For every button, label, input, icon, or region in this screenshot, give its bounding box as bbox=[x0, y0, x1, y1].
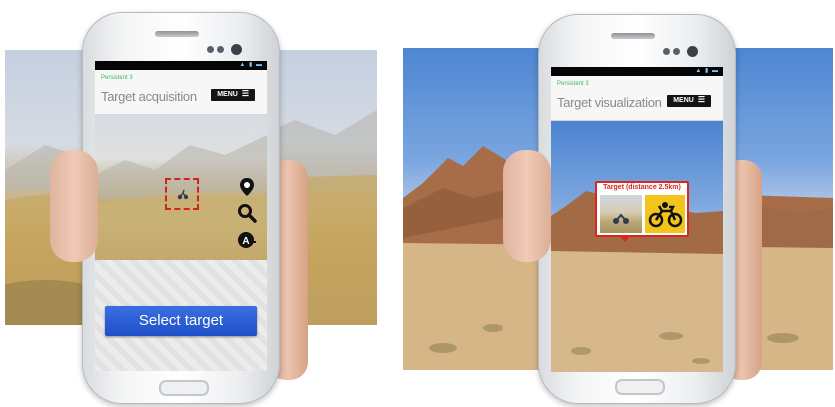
target-selection-box[interactable] bbox=[165, 178, 199, 210]
sensor-dot bbox=[673, 48, 680, 55]
page-title: Target visualization bbox=[557, 95, 662, 110]
earpiece-speaker bbox=[611, 33, 655, 39]
hamburger-icon: ☰ bbox=[697, 95, 705, 105]
earpiece-speaker bbox=[155, 31, 199, 37]
menu-button[interactable]: MENU ☰ bbox=[211, 89, 255, 101]
svg-text:A: A bbox=[242, 236, 249, 247]
callout-pointer bbox=[619, 235, 631, 242]
phone-right: ▲ ▮ ▬ Persistent 3 Target visualization … bbox=[538, 14, 736, 404]
screen-target-visualization: ▲ ▮ ▬ Persistent 3 Target visualization … bbox=[551, 67, 723, 372]
menu-label: MENU bbox=[217, 91, 238, 98]
front-camera bbox=[687, 46, 698, 57]
target-object-icon bbox=[177, 189, 189, 200]
status-bar: ▲ ▮ ▬ bbox=[551, 67, 723, 76]
select-target-button[interactable]: Select target bbox=[105, 306, 257, 336]
status-icons: ▲ ▮ ▬ bbox=[239, 62, 263, 68]
hamburger-icon: ☰ bbox=[241, 89, 249, 99]
app-subtitle: Persistent 3 bbox=[557, 81, 589, 87]
target-distance-label: Target (distance 2.5km) bbox=[603, 184, 681, 191]
vehicle-type-badge bbox=[645, 195, 685, 233]
magnifier-zoom-icon[interactable] bbox=[237, 203, 257, 223]
avatar-action-icon[interactable]: A bbox=[237, 230, 257, 250]
menu-button[interactable]: MENU ☰ bbox=[667, 95, 711, 107]
front-camera bbox=[231, 44, 242, 55]
app-subtitle: Persistent 3 bbox=[101, 75, 133, 81]
motorcycle-icon bbox=[648, 202, 683, 228]
sensor-dot bbox=[663, 48, 670, 55]
home-button[interactable] bbox=[615, 379, 665, 395]
home-button[interactable] bbox=[159, 380, 209, 396]
app-header: Persistent 3 Target acquisition MENU ☰ bbox=[95, 70, 267, 115]
menu-label: MENU bbox=[673, 97, 694, 104]
hand-thumb-left bbox=[50, 150, 98, 262]
phone-left: ▲ ▮ ▬ Persistent 3 Target acquisition ME… bbox=[82, 12, 280, 404]
thumbnail-vehicle-icon bbox=[613, 213, 629, 224]
app-header: Persistent 3 Target visualization MENU ☰ bbox=[551, 76, 723, 121]
augmented-camera-view[interactable]: Target (distance 2.5km) bbox=[551, 121, 723, 372]
sensor-dot bbox=[217, 46, 224, 53]
hand-thumb-right bbox=[503, 150, 551, 262]
status-icons: ▲ ▮ ▬ bbox=[695, 68, 719, 74]
target-thumbnail bbox=[600, 195, 642, 233]
rocky-scene bbox=[551, 183, 723, 372]
camera-view[interactable]: A bbox=[95, 115, 267, 260]
target-callout[interactable]: Target (distance 2.5km) bbox=[595, 181, 689, 237]
page-title: Target acquisition bbox=[101, 89, 197, 104]
sensor-dot bbox=[207, 46, 214, 53]
location-pin-icon[interactable] bbox=[237, 177, 257, 197]
screen-target-acquisition: ▲ ▮ ▬ Persistent 3 Target acquisition ME… bbox=[95, 61, 267, 371]
status-bar: ▲ ▮ ▬ bbox=[95, 61, 267, 70]
